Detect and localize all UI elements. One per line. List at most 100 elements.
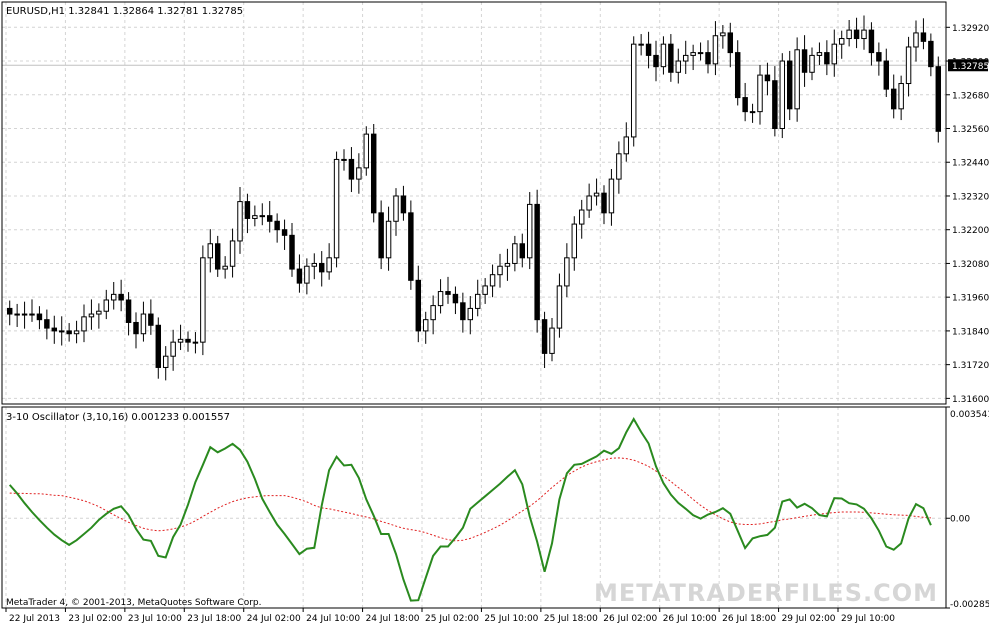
candle[interactable] (734, 40, 741, 106)
candle[interactable] (162, 346, 169, 381)
candle[interactable] (497, 253, 503, 288)
candle[interactable] (534, 189, 540, 333)
candle[interactable] (58, 316, 65, 346)
candle[interactable] (214, 235, 221, 277)
candle[interactable] (118, 279, 124, 312)
candle[interactable] (6, 300, 13, 326)
candle[interactable] (259, 203, 266, 226)
candle[interactable] (653, 40, 659, 82)
candle[interactable] (96, 303, 102, 329)
candle[interactable] (928, 33, 934, 77)
candle[interactable] (244, 193, 251, 234)
candle[interactable] (400, 185, 407, 221)
candle[interactable] (474, 279, 481, 317)
candle[interactable] (846, 19, 852, 47)
oscillator-series[interactable] (8, 416, 932, 602)
candle[interactable] (378, 200, 384, 270)
candle[interactable] (764, 62, 771, 96)
candle[interactable] (222, 256, 228, 279)
candle[interactable] (861, 15, 867, 50)
candlestick-series[interactable] (6, 15, 942, 381)
candle[interactable] (148, 299, 154, 335)
candle[interactable] (296, 254, 303, 293)
candle[interactable] (482, 278, 488, 304)
candle[interactable] (185, 331, 191, 352)
candle[interactable] (749, 103, 756, 123)
candle[interactable] (445, 276, 451, 304)
candle[interactable] (363, 126, 370, 176)
candle[interactable] (890, 74, 897, 119)
candle[interactable] (660, 36, 667, 75)
candle[interactable] (935, 56, 942, 143)
candle[interactable] (207, 229, 214, 273)
candle[interactable] (526, 192, 533, 270)
candle[interactable] (318, 251, 325, 287)
candle[interactable] (905, 36, 912, 97)
candle[interactable] (512, 235, 518, 272)
candle[interactable] (252, 205, 258, 227)
oscillator-line[interactable] (8, 416, 932, 602)
candle[interactable] (370, 124, 377, 223)
candle[interactable] (73, 320, 80, 344)
candle[interactable] (266, 201, 273, 233)
candle[interactable] (88, 299, 95, 330)
candle[interactable] (712, 21, 719, 76)
candle[interactable] (467, 296, 474, 335)
candle[interactable] (348, 147, 355, 193)
candle[interactable] (393, 188, 399, 236)
candle[interactable] (177, 324, 184, 351)
candle[interactable] (578, 199, 585, 239)
candle[interactable] (824, 40, 830, 76)
candle[interactable] (229, 228, 236, 278)
candle[interactable] (66, 323, 72, 342)
candle[interactable] (430, 295, 436, 335)
candle[interactable] (200, 245, 206, 356)
candle[interactable] (541, 311, 548, 369)
candle[interactable] (311, 253, 318, 280)
candle[interactable] (794, 37, 800, 122)
candle[interactable] (608, 168, 615, 226)
candle[interactable] (21, 301, 28, 329)
candle[interactable] (133, 312, 139, 349)
candle[interactable] (720, 25, 726, 49)
candle[interactable] (415, 265, 422, 343)
candle[interactable] (801, 35, 808, 87)
candle[interactable] (408, 200, 414, 290)
candle[interactable] (103, 289, 110, 320)
candle[interactable] (237, 186, 243, 254)
candle[interactable] (616, 141, 622, 194)
candle[interactable] (831, 29, 838, 77)
candle[interactable] (876, 42, 882, 76)
candle[interactable] (385, 206, 392, 271)
candle[interactable] (742, 82, 748, 122)
candle[interactable] (281, 219, 288, 250)
candle[interactable] (452, 286, 459, 315)
candle[interactable] (489, 264, 496, 298)
candle[interactable] (816, 42, 823, 65)
candle[interactable] (809, 47, 815, 81)
candle[interactable] (274, 213, 280, 243)
candle[interactable] (638, 34, 644, 56)
candle[interactable] (36, 306, 43, 330)
candle[interactable] (838, 30, 845, 59)
candle[interactable] (564, 243, 570, 298)
candle[interactable] (772, 66, 778, 137)
candle[interactable] (437, 279, 444, 314)
candle[interactable] (44, 309, 50, 340)
signal-line[interactable] (9, 457, 931, 542)
candle[interactable] (192, 332, 199, 354)
candle[interactable] (571, 216, 578, 271)
candle[interactable] (630, 36, 637, 147)
candle[interactable] (645, 31, 652, 69)
candle[interactable] (682, 40, 689, 74)
candle[interactable] (779, 53, 786, 139)
candle[interactable] (460, 292, 466, 333)
candle[interactable] (920, 18, 927, 50)
candle[interactable] (898, 75, 904, 121)
candle[interactable] (586, 183, 592, 218)
candle[interactable] (422, 311, 429, 344)
candle[interactable] (289, 222, 295, 277)
candle[interactable] (853, 17, 860, 49)
candle[interactable] (81, 304, 87, 343)
candle[interactable] (593, 178, 600, 206)
